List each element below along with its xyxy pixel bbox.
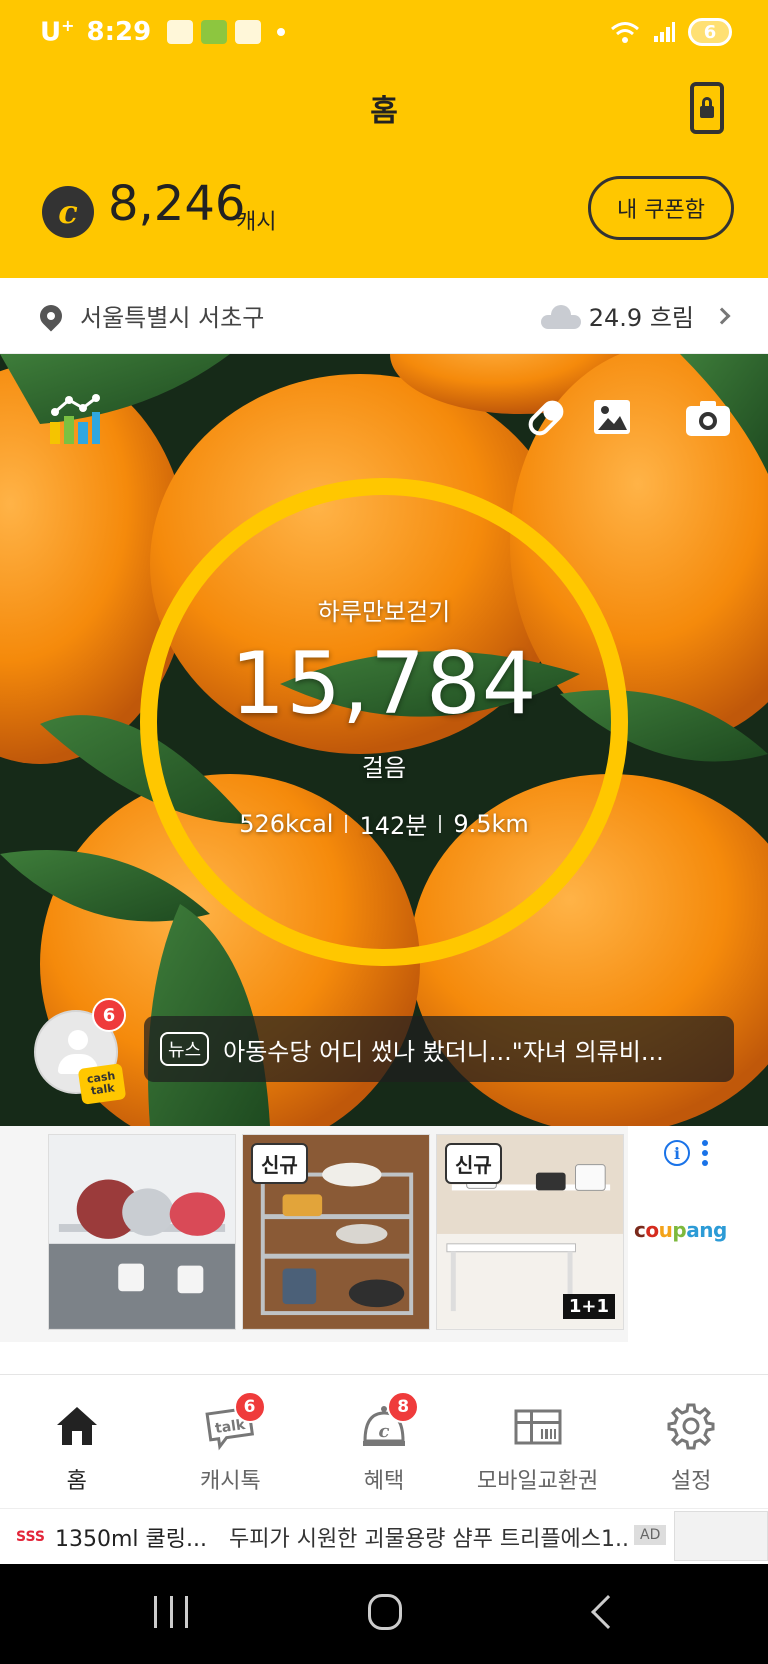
cash-coin-icon: c xyxy=(42,186,94,238)
location-weather-row[interactable]: 서울특별시 서초구 24.9 흐림 xyxy=(0,278,768,354)
ad-info-icon[interactable]: i xyxy=(664,1140,690,1166)
nav-settings[interactable]: 설정 xyxy=(614,1375,768,1508)
signal-icon xyxy=(654,22,675,42)
news-ticker[interactable]: 뉴스 아동수당 어디 썼나 봤더니..."자녀 의류비... xyxy=(144,1016,734,1082)
user-icon xyxy=(68,1030,88,1050)
bottom-ad-banner[interactable]: SSS 1350ml 쿨링... 두피가 시원한 괴물용량 샴푸 트리플에스1.… xyxy=(0,1508,768,1564)
new-badge: 신규 xyxy=(251,1143,308,1184)
back-button[interactable] xyxy=(591,1595,625,1629)
new-badge: 신규 xyxy=(445,1143,502,1184)
notification-badge: 6 xyxy=(92,998,126,1032)
ad-label: AD xyxy=(634,1525,667,1545)
news-headline: 아동수당 어디 썼나 봤더니..."자녀 의류비... xyxy=(223,1037,664,1066)
weather-info[interactable]: 24.9 흐림 xyxy=(540,298,731,333)
divider xyxy=(345,814,348,833)
cloud-icon xyxy=(540,304,581,329)
ad-product-card[interactable]: 신규 xyxy=(242,1134,430,1330)
notification-app-icon xyxy=(235,20,262,44)
status-time: 8:29 xyxy=(86,17,152,47)
news-tag: 뉴스 xyxy=(160,1032,210,1066)
battery-indicator: 6 xyxy=(688,18,732,46)
step-count: 15,784 xyxy=(230,634,538,734)
divider xyxy=(439,814,442,833)
ad-product-card[interactable]: 신규 1+1 xyxy=(436,1134,624,1330)
distance-value: 9.5km xyxy=(453,809,529,838)
step-unit-label: 걸음 xyxy=(361,754,407,782)
nav-label: 혜택 xyxy=(363,1469,405,1494)
nav-label: 설정 xyxy=(670,1469,712,1494)
nav-cashtalk[interactable]: talk 6 캐시톡 xyxy=(154,1375,308,1508)
cashtalk-logo: cash talk xyxy=(77,1063,127,1105)
ad-thumbnail-image xyxy=(674,1511,768,1561)
ad-title: 1350ml 쿨링... xyxy=(55,1526,207,1552)
pedometer-title: 하루만보걷기 xyxy=(317,598,451,626)
recent-apps-button[interactable] xyxy=(154,1596,188,1628)
product-ad-strip: 신규 신규 1+1 i coupang xyxy=(0,1126,768,1342)
lock-screen-button[interactable] xyxy=(690,82,724,134)
nav-label: 모바일교환권 xyxy=(476,1469,599,1494)
nav-benefits[interactable]: c 8 혜택 xyxy=(307,1375,461,1508)
gear-icon xyxy=(667,1403,715,1450)
cash-balance[interactable]: 8,246 xyxy=(108,176,245,232)
pill-icon[interactable] xyxy=(524,396,568,440)
status-bar: U+ 8:29 6 xyxy=(0,0,768,64)
ad-product-card[interactable] xyxy=(48,1134,236,1330)
minutes-value: 142분 xyxy=(359,812,428,840)
system-navigation-bar xyxy=(0,1564,768,1664)
nav-label: 홈 xyxy=(66,1469,87,1494)
gift-voucher-icon xyxy=(514,1409,562,1445)
chevron-right-icon xyxy=(713,307,731,324)
weather-text: 24.9 흐림 xyxy=(588,304,694,332)
page-title: 홈 xyxy=(370,94,398,129)
bottom-navigation: 홈 talk 6 캐시톡 c 8 혜택 모바일교환권 설정 xyxy=(0,1374,768,1508)
location-pin-icon xyxy=(35,299,67,332)
more-notifications-dot xyxy=(277,28,286,36)
notification-icons xyxy=(167,20,286,44)
more-options-icon[interactable] xyxy=(702,1140,708,1166)
pedometer-hero: 하루만보걷기 15,784 걸음 526kcal 142분 9.5km 6 ca… xyxy=(0,354,768,1126)
image-icon[interactable] xyxy=(592,398,632,436)
location-address: 서울특별시 서초구 xyxy=(80,304,265,332)
calories-value: 526kcal xyxy=(239,809,334,838)
cash-unit-label: 캐시 xyxy=(236,210,277,235)
camera-icon[interactable] xyxy=(684,398,732,438)
notification-app-icon xyxy=(167,20,194,44)
ad-description: 두피가 시원한 괴물용량 샴푸 트리플에스1... xyxy=(228,1526,629,1552)
svg-text:c: c xyxy=(379,1421,390,1442)
my-coupons-button[interactable]: 내 쿠폰함 xyxy=(588,176,734,240)
hero-toolbar xyxy=(0,390,768,450)
nav-mobile-voucher[interactable]: 모바일교환권 xyxy=(461,1375,615,1508)
ad-brand-logo: SSS xyxy=(16,1528,45,1545)
nav-badge: 8 xyxy=(387,1391,420,1423)
dish-rack-product-image xyxy=(49,1135,235,1329)
wifi-icon xyxy=(611,22,639,43)
nav-label: 캐시톡 xyxy=(200,1469,261,1494)
app-header: 홈 c 8,246 캐시 내 쿠폰함 xyxy=(0,64,768,278)
notification-app-icon xyxy=(201,20,228,44)
home-button[interactable] xyxy=(368,1594,402,1630)
nav-badge: 6 xyxy=(233,1391,266,1423)
carrier-label: U+ xyxy=(40,16,75,48)
system-status-icons: 6 xyxy=(610,18,732,46)
stats-chart-icon[interactable] xyxy=(46,392,102,448)
lock-icon xyxy=(700,97,714,118)
ad-brand-panel[interactable]: i coupang xyxy=(628,1126,768,1342)
step-stats: 526kcal 142분 9.5km xyxy=(0,806,768,841)
coupang-logo: coupang xyxy=(634,1218,727,1242)
nav-home[interactable]: 홈 xyxy=(0,1375,154,1508)
promo-badge: 1+1 xyxy=(562,1294,615,1319)
home-icon xyxy=(56,1407,97,1445)
